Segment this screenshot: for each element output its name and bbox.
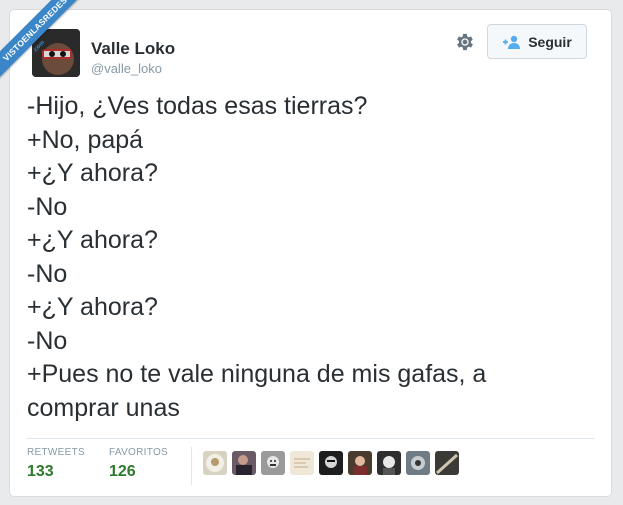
favoriters-list [203, 451, 459, 475]
tweet-line: +No, papá [27, 125, 144, 154]
favoriter-avatar[interactable] [435, 451, 459, 475]
user-display-name[interactable]: Valle Loko [91, 39, 175, 59]
retweets-label: RETWEETS [27, 447, 85, 458]
tweet-line: -Hijo, ¿Ves todas esas tierras? [27, 92, 368, 120]
tweet-line: +¿Y ahora? [27, 293, 158, 321]
favoriter-avatar[interactable] [348, 451, 372, 475]
tweet-card: Valle Loko @valle_loko Seguir -Hijo, ¿Ve… [9, 9, 612, 497]
tweet-line: +¿Y ahora? [27, 159, 158, 187]
tweet-line: +¿Y ahora? [27, 226, 158, 254]
favoriter-avatar[interactable] [232, 451, 256, 475]
favoriter-avatar[interactable] [261, 451, 285, 475]
gear-icon[interactable] [454, 31, 476, 53]
favoriter-avatar[interactable] [290, 451, 314, 475]
retweets-count: 133 [27, 463, 54, 480]
user-handle[interactable]: @valle_loko [91, 61, 162, 76]
add-user-icon [502, 35, 522, 49]
tweet-text: -Hijo, ¿Ves todas esas tierras? +No, pap… [27, 90, 597, 425]
watermark-ribbon: VISTOENLASREDES .com [0, 0, 90, 90]
favoriter-avatar[interactable] [406, 451, 430, 475]
favorites-label: FAVORITOS [109, 447, 169, 458]
tweet-line: comprar unas [27, 393, 180, 422]
retweets-stat[interactable]: RETWEETS 133 [27, 447, 85, 481]
stats-divider [27, 438, 595, 439]
follow-button-label: Seguir [528, 33, 572, 50]
tweet-line: -No [27, 259, 68, 288]
tweet-line: +Pues no te vale ninguna de mis gafas, a [27, 360, 487, 388]
favoriter-avatar[interactable] [319, 451, 343, 475]
tweet-line: -No [27, 326, 68, 355]
tweet-line: -No [27, 192, 68, 221]
favorites-count: 126 [109, 463, 136, 480]
favorites-stat[interactable]: FAVORITOS 126 [109, 447, 168, 481]
favoriter-avatar[interactable] [203, 451, 227, 475]
favoriter-avatar[interactable] [377, 451, 401, 475]
follow-button[interactable]: Seguir [487, 24, 587, 59]
stats-separator [191, 447, 192, 485]
